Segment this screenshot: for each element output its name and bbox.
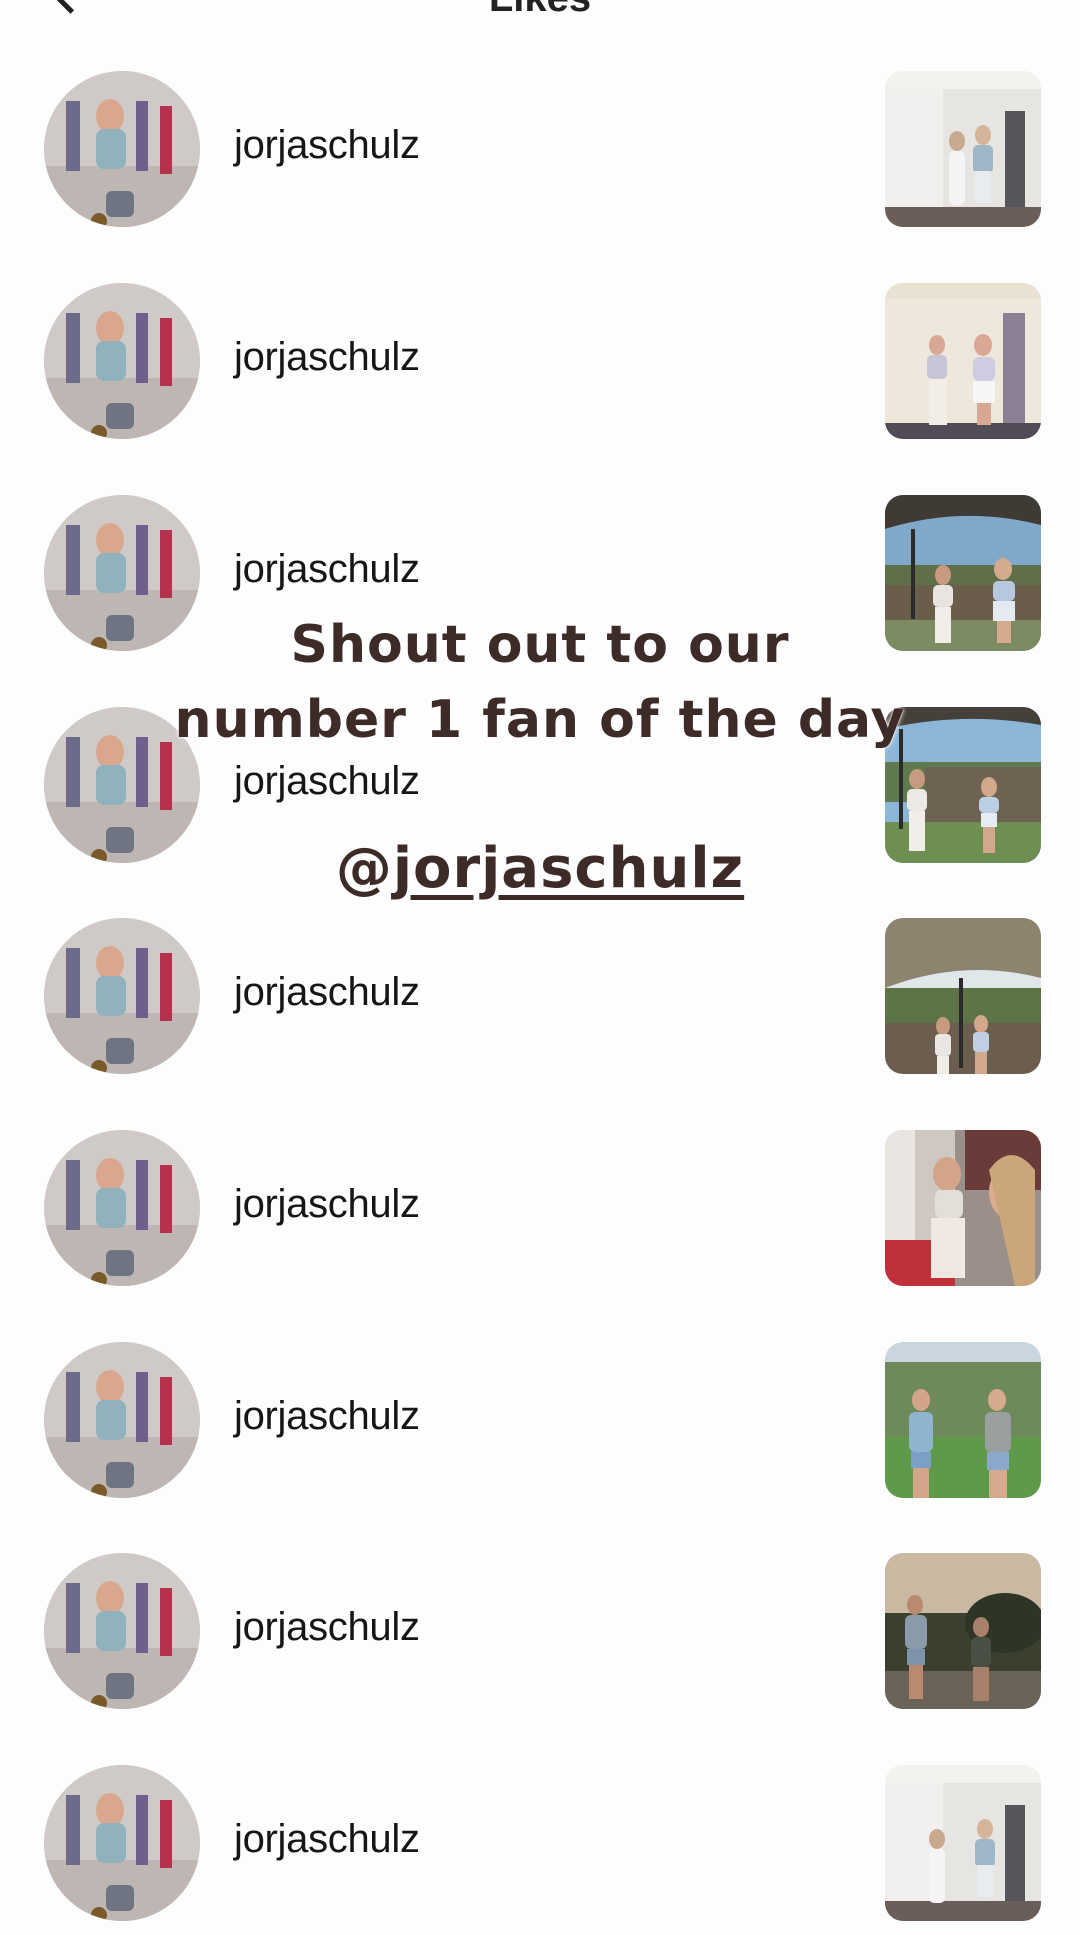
overlay-caption-line-1: Shout out to our	[290, 615, 790, 675]
username[interactable]: jorjaschulz	[234, 335, 420, 380]
like-row[interactable]: jorjaschulz	[0, 71, 1080, 241]
overlay-mention-at: @	[335, 836, 393, 901]
avatar[interactable]	[44, 1765, 200, 1921]
username[interactable]: jorjaschulz	[234, 1394, 420, 1439]
avatar[interactable]	[44, 1553, 200, 1709]
video-thumbnail[interactable]	[885, 1553, 1041, 1709]
page-title: Likes	[0, 0, 1080, 21]
video-thumbnail[interactable]	[885, 1765, 1041, 1921]
avatar[interactable]	[44, 1342, 200, 1498]
username[interactable]: jorjaschulz	[234, 123, 420, 168]
username[interactable]: jorjaschulz	[234, 1605, 420, 1650]
avatar[interactable]	[44, 1130, 200, 1286]
username[interactable]: jorjaschulz	[234, 1182, 420, 1227]
like-row[interactable]: jorjaschulz	[0, 1130, 1080, 1300]
avatar[interactable]	[44, 71, 200, 227]
like-row[interactable]: jorjaschulz	[0, 283, 1080, 453]
avatar[interactable]	[44, 283, 200, 439]
username[interactable]: jorjaschulz	[234, 759, 420, 804]
video-thumbnail[interactable]	[885, 1130, 1041, 1286]
video-thumbnail[interactable]	[885, 283, 1041, 439]
username[interactable]: jorjaschulz	[234, 970, 420, 1015]
overlay-caption-line-2: number 1 fan of the day	[174, 690, 906, 750]
like-row[interactable]: jorjaschulz	[0, 918, 1080, 1088]
like-row[interactable]: jorjaschulz	[0, 1765, 1080, 1935]
like-row[interactable]: jorjaschulz	[0, 1553, 1080, 1723]
overlay-mention[interactable]: @jorjaschulz	[0, 836, 1080, 901]
like-row[interactable]: jorjaschulz	[0, 1342, 1080, 1512]
avatar[interactable]	[44, 918, 200, 1074]
video-thumbnail[interactable]	[885, 1342, 1041, 1498]
video-thumbnail[interactable]	[885, 71, 1041, 227]
video-thumbnail[interactable]	[885, 918, 1041, 1074]
overlay-mention-handle[interactable]: jorjaschulz	[393, 836, 744, 901]
username[interactable]: jorjaschulz	[234, 547, 420, 592]
top-bar: Likes	[0, 0, 1080, 30]
username[interactable]: jorjaschulz	[234, 1817, 420, 1862]
